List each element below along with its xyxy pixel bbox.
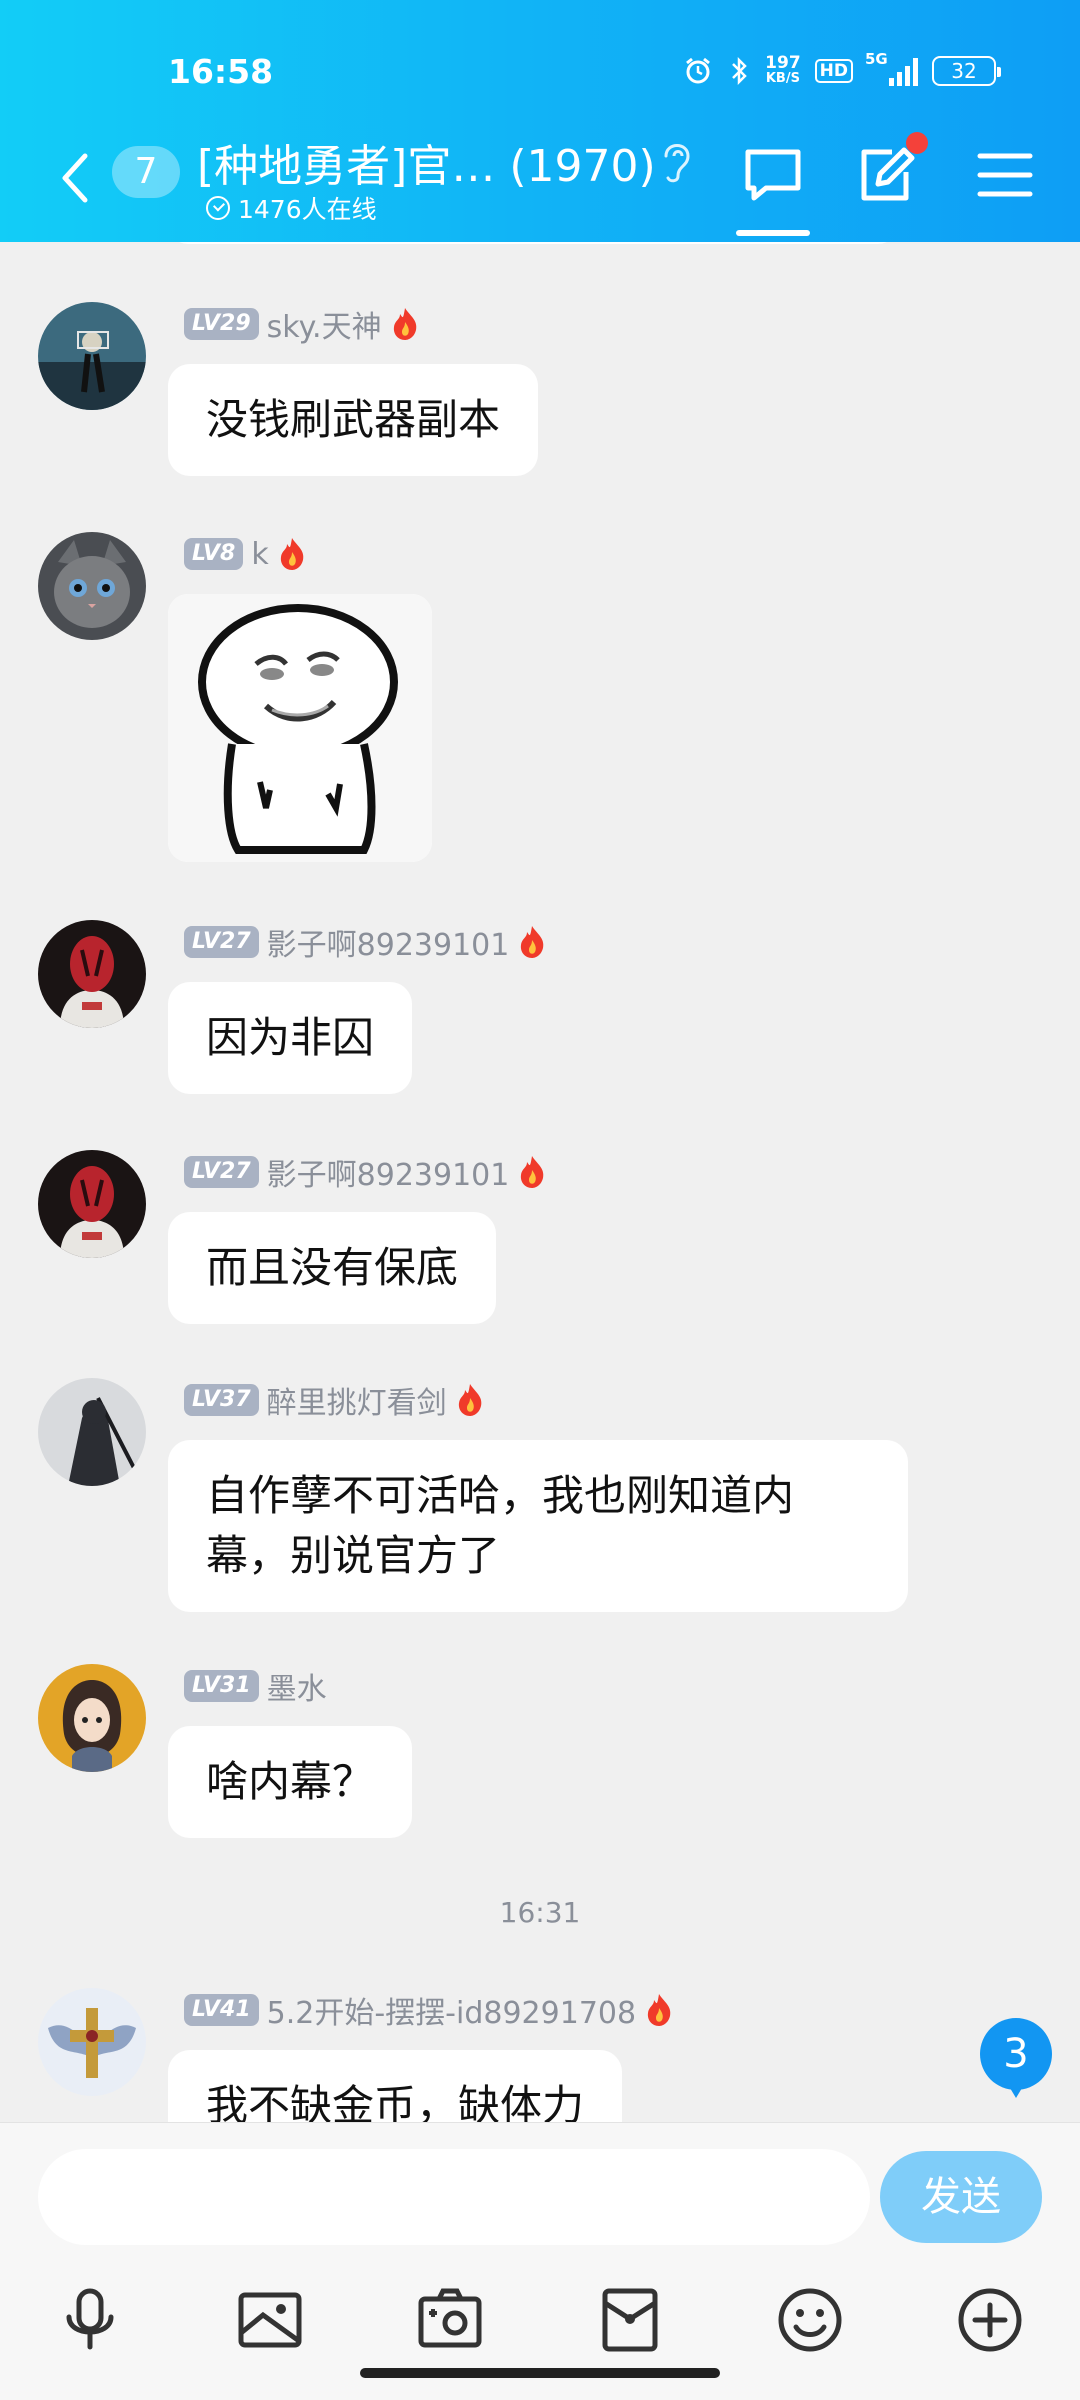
bluetooth-icon [727,56,751,86]
microphone-icon[interactable] [55,2285,125,2355]
fire-icon [280,538,304,570]
level-badge: LV27 [184,1156,259,1188]
sender-name[interactable]: 5.2开始-摆摆-id89291708 [267,1988,636,2032]
level-badge: LV31 [184,1670,259,1702]
status-icons: 197 KB/S HD 5G 32 [683,48,1001,94]
sender-name[interactable]: k [251,537,268,572]
level-badge: LV8 [184,538,244,570]
fire-icon [521,926,544,958]
network-speed-unit: KB/S [765,71,800,86]
cellular-signal-icon: 5G [865,50,918,86]
avatar[interactable] [38,1378,146,1486]
home-indicator[interactable] [360,2368,720,2378]
plus-circle-icon[interactable] [955,2285,1025,2355]
online-count-text: 1476人在线 [238,195,377,224]
message-meta: LV8 k [184,534,307,574]
panda-face-sticker[interactable] [168,594,432,862]
send-button[interactable]: 发送 [880,2151,1042,2243]
level-badge: LV41 [184,1994,259,2026]
back-chevron-icon[interactable] [55,148,95,208]
message-meta: LV27 影子啊89239101 [184,920,547,964]
message-list[interactable]: LV29 sky.天神 没钱刷武器副本 LV8 k LV27 影子啊892391… [0,242,1080,2122]
network-speed-value: 197 [765,53,801,73]
status-bar: 16:58 197 KB/S HD 5G 32 [0,48,1080,98]
emoji-icon[interactable] [775,2285,845,2355]
message-meta: LV41 5.2开始-摆摆-id89291708 [184,1988,674,2032]
avatar[interactable] [38,302,146,410]
composer-toolbar [0,2263,1080,2383]
fire-icon [521,1156,544,1188]
message-bubble[interactable]: 没钱刷武器副本 [168,364,539,476]
avatar[interactable] [38,532,146,640]
hamburger-menu-icon[interactable] [974,144,1036,206]
hd-badge: HD [814,59,853,83]
edit-note-icon[interactable] [856,144,918,206]
message-bubble[interactable]: 啥内幕？ [168,1726,413,1838]
network-type: 5G [865,50,888,68]
sender-name[interactable]: 墨水 [267,1664,327,1708]
level-badge: LV27 [184,926,259,958]
message-meta: LV29 sky.天神 [184,302,420,346]
message-meta: LV37 醉里挑灯看剑 [184,1378,485,1422]
chat-bubble-icon[interactable] [742,144,804,206]
level-badge: LV37 [184,1384,259,1416]
status-time: 16:58 [168,52,274,91]
level-badge: LV29 [184,308,259,340]
time-divider: 16:31 [499,1896,581,1929]
sender-name[interactable]: 影子啊89239101 [267,1150,510,1194]
sender-name[interactable]: 醉里挑灯看剑 [267,1378,447,1422]
message-bubble[interactable]: 而且没有保底 [168,1212,497,1324]
online-check-icon [206,196,230,220]
group-title[interactable]: [种地勇者]官… (1970) [197,130,656,194]
message-meta: LV31 墨水 [184,1664,327,1708]
message-bubble[interactable]: 我不缺金币，缺体力 [168,2050,623,2122]
previous-message-bubble [168,242,898,244]
message-bubble[interactable]: 因为非囚 [168,982,413,1094]
fire-icon [458,1384,481,1416]
alarm-icon [683,56,713,86]
network-speed: 197 KB/S [765,55,801,87]
notification-dot [906,132,928,154]
new-message-badge[interactable]: 3 [980,2018,1052,2098]
avatar[interactable] [38,1988,146,2096]
active-tab-indicator [736,230,810,236]
sender-name[interactable]: 影子啊89239101 [267,920,510,964]
message-composer: 发送 [0,2122,1080,2400]
avatar[interactable] [38,1150,146,1258]
message-input[interactable] [38,2149,870,2245]
battery-indicator: 32 [932,56,1001,86]
message-bubble[interactable]: 自作孽不可活哈，我也刚知道内幕，别说官方了 [168,1440,908,1612]
avatar[interactable] [38,920,146,1028]
fire-icon [647,1994,671,2026]
message-meta: LV27 影子啊89239101 [184,1150,547,1194]
image-icon[interactable] [235,2285,305,2355]
avatar[interactable] [38,1664,146,1772]
chat-header: 16:58 197 KB/S HD 5G 32 7 [种地勇者]官… (1970… [0,0,1080,242]
fire-icon [393,308,416,340]
unread-count-pill[interactable]: 7 [112,146,180,198]
red-packet-icon[interactable] [595,2285,665,2355]
ear-icon[interactable] [656,136,696,186]
camera-icon[interactable] [415,2285,485,2355]
sender-name[interactable]: sky.天神 [267,302,382,346]
online-count: 1476人在线 [206,190,377,226]
